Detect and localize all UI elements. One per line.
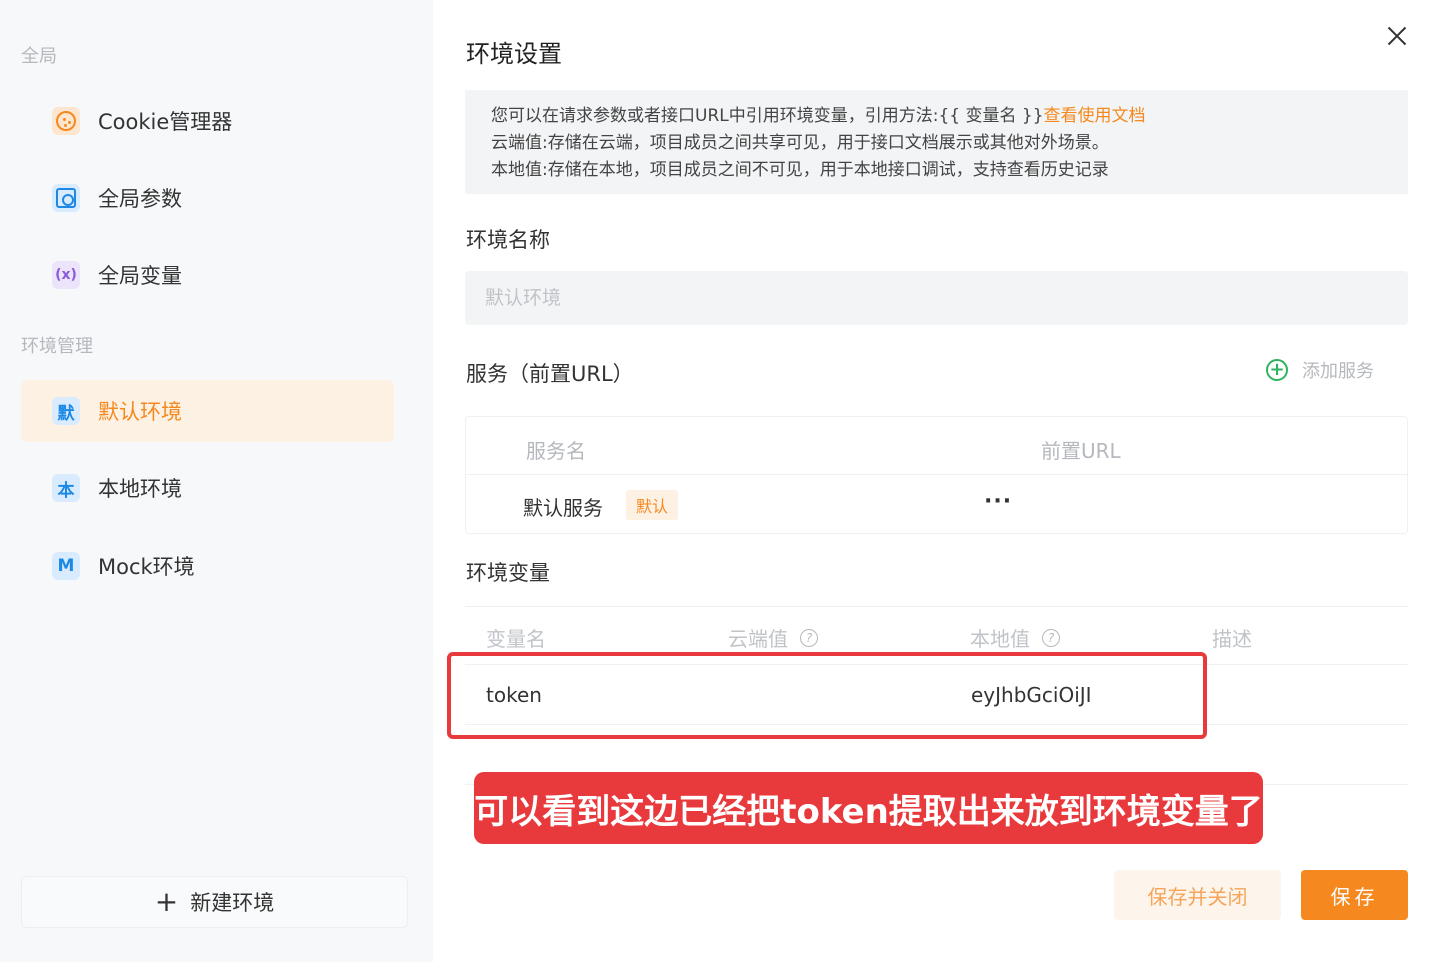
- docs-link[interactable]: 查看使用文档: [1044, 106, 1146, 126]
- column-header-var-name: 变量名: [486, 627, 546, 651]
- column-header-local-value: 本地值?: [970, 623, 1060, 652]
- sidebar-item-label: 本地环境: [98, 477, 182, 501]
- add-service-button[interactable]: + 添加服务: [1266, 357, 1374, 383]
- env-mock-icon: M: [52, 552, 80, 580]
- settings-panel: 环境设置 您可以在请求参数或者接口URL中引用环境变量，引用方法:{{ 变量名 …: [433, 0, 1440, 962]
- sidebar-item-global-variables[interactable]: (x) 全局变量: [21, 244, 394, 306]
- sidebar-item-label: 全局变量: [98, 264, 182, 288]
- default-badge: 默认: [626, 490, 679, 520]
- new-env-label: 新建环境: [190, 891, 275, 915]
- close-icon[interactable]: [1383, 22, 1411, 50]
- column-header-description: 描述: [1212, 627, 1252, 651]
- plus-icon: +: [154, 885, 179, 918]
- column-header-base-url: 前置URL: [1041, 439, 1121, 463]
- page-title: 环境设置: [466, 40, 562, 68]
- sidebar-item-label: 默认环境: [98, 400, 182, 424]
- notice-line-2: 云端值:存储在云端，项目成员之间共享可见，用于接口文档展示或其他对外场景。: [491, 133, 1109, 153]
- env-var-label: 环境变量: [466, 561, 550, 585]
- params-icon: [52, 184, 80, 212]
- sidebar-item-label: Cookie管理器: [98, 110, 233, 134]
- variable-icon: (x): [52, 261, 80, 289]
- sidebar-item-label: 全局参数: [98, 187, 182, 211]
- more-icon[interactable]: ···: [984, 489, 1012, 514]
- notice-line-1: 您可以在请求参数或者接口URL中引用环境变量，引用方法:{{ 变量名 }}查看使…: [491, 106, 1146, 126]
- sidebar-item-global-params[interactable]: 全局参数: [21, 167, 394, 229]
- save-button[interactable]: 保存: [1301, 870, 1408, 920]
- save-and-close-button[interactable]: 保存并关闭: [1114, 870, 1281, 920]
- env-name-label: 环境名称: [466, 228, 550, 252]
- sidebar-item-cookie-manager[interactable]: Cookie管理器: [21, 90, 394, 152]
- notice-line-3: 本地值:存储在本地，项目成员之间不可见，用于本地接口调试，支持查看历史记录: [491, 160, 1109, 180]
- column-header-cloud-value: 云端值?: [728, 623, 818, 652]
- annotation-banner: 可以看到这边已经把token提取出来放到环境变量了: [474, 772, 1263, 844]
- new-env-button[interactable]: + 新建环境: [21, 876, 408, 928]
- environment-settings-window: 全局 Cookie管理器 全局参数 (x) 全局变量 环境管理 默 默认环境 本…: [0, 0, 1440, 962]
- env-default-icon: 默: [52, 397, 80, 425]
- add-service-label: 添加服务: [1302, 361, 1374, 382]
- sidebar-item-local-env[interactable]: 本 本地环境: [21, 457, 394, 519]
- service-name-cell: 默认服务: [523, 496, 603, 520]
- column-header-service-name: 服务名: [526, 439, 586, 463]
- service-label: 服务（前置URL）: [466, 362, 634, 386]
- sidebar-item-mock-env[interactable]: M Mock环境: [21, 535, 394, 597]
- sidebar: 全局 Cookie管理器 全局参数 (x) 全局变量 环境管理 默 默认环境 本…: [0, 0, 433, 962]
- service-table: 服务名 前置URL 默认服务 默认 ···: [465, 416, 1408, 534]
- add-circle-icon: +: [1266, 359, 1288, 381]
- notice-box: 您可以在请求参数或者接口URL中引用环境变量，引用方法:{{ 变量名 }}查看使…: [465, 90, 1408, 194]
- cookie-icon: [52, 107, 80, 135]
- section-title-env: 环境管理: [21, 336, 93, 357]
- table-row[interactable]: 默认服务 默认 ···: [466, 475, 1407, 535]
- sidebar-item-label: Mock环境: [98, 555, 195, 579]
- section-title-global: 全局: [21, 46, 57, 67]
- help-icon[interactable]: ?: [800, 628, 818, 647]
- help-icon[interactable]: ?: [1042, 628, 1060, 647]
- highlight-box: [447, 652, 1207, 739]
- env-local-icon: 本: [52, 474, 80, 502]
- sidebar-item-default-env[interactable]: 默 默认环境: [21, 380, 394, 442]
- env-name-input[interactable]: [465, 271, 1408, 325]
- table-header: 服务名 前置URL: [466, 417, 1407, 475]
